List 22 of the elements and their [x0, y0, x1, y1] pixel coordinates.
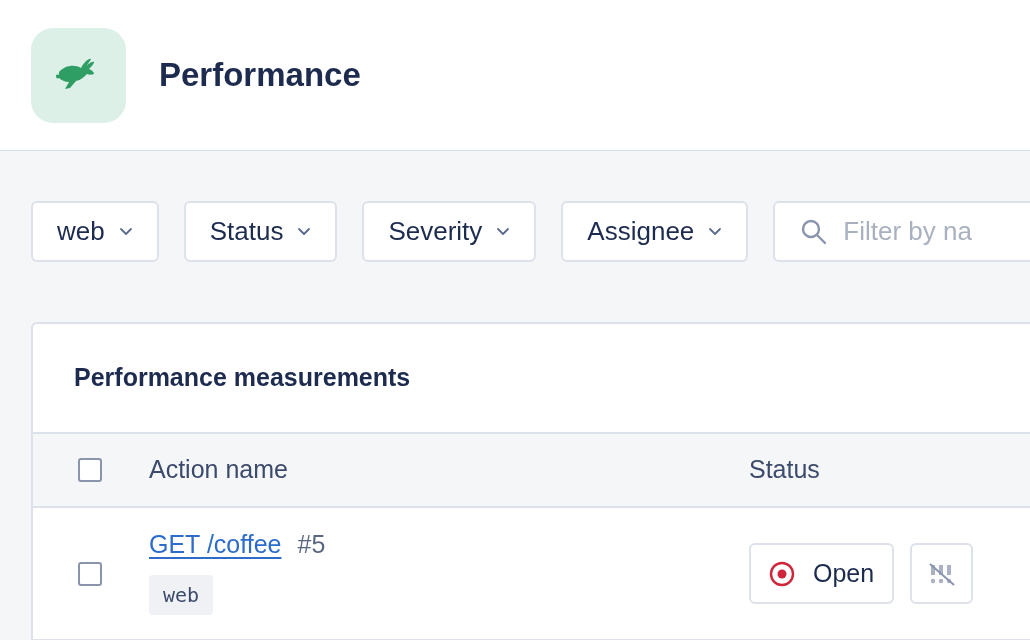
tag: web: [149, 575, 214, 616]
filter-dropdown[interactable]: Severity: [362, 201, 537, 262]
chevron-down-icon: [708, 227, 723, 236]
chevron-down-icon: [496, 227, 511, 236]
target-icon: [769, 560, 795, 587]
card-title: Performance measurements: [74, 362, 411, 394]
chevron-down-icon: [297, 227, 312, 236]
filter-dropdown[interactable]: web: [31, 201, 159, 262]
filter-dropdown[interactable]: Assignee: [561, 201, 749, 262]
status-button[interactable]: Open: [749, 543, 895, 604]
checkbox[interactable]: [78, 458, 102, 482]
priority-button[interactable]: [910, 543, 974, 604]
search-icon: [801, 218, 828, 245]
no-priority-icon: [927, 560, 956, 587]
checkbox[interactable]: [78, 561, 102, 586]
issue-number: #5: [297, 528, 326, 560]
page-title: Performance: [159, 55, 361, 96]
action-link[interactable]: GET /coffee: [149, 525, 282, 564]
column-header: Action name: [149, 454, 289, 486]
chevron-down-icon: [118, 227, 133, 236]
filter-dropdown[interactable]: Status: [183, 201, 338, 262]
column-header: Status: [749, 454, 820, 486]
